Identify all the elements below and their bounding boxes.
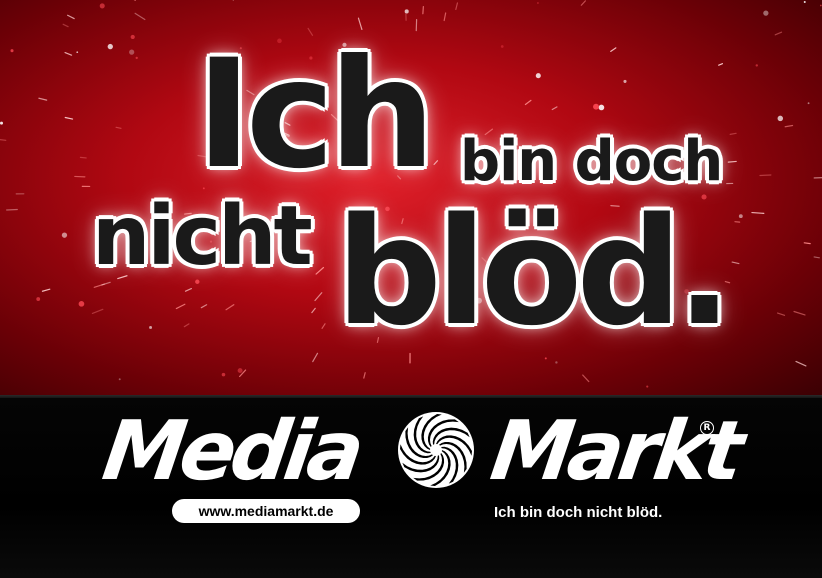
sparkle-dot: [537, 2, 539, 4]
sparkle-dot: [598, 104, 605, 111]
sparkle-streak: [443, 12, 447, 22]
slogan-word-bin-doch: bin doch: [460, 129, 723, 194]
sparkle-streak: [134, 12, 146, 21]
sparkle-streak: [200, 304, 208, 309]
sparkle-streak: [64, 51, 73, 56]
sparkle-streak: [803, 242, 811, 245]
sparkle-dot: [118, 378, 121, 381]
sparkle-dot: [221, 372, 226, 377]
sparkle-dot: [107, 43, 113, 50]
logo-text-media: Media: [97, 404, 366, 499]
sparkle-dot: [555, 361, 558, 364]
sparkle-dot: [61, 232, 68, 238]
sparkle-dot: [149, 326, 153, 329]
mediamarkt-logo: Media Markt: [97, 400, 744, 499]
sparkle-streak: [225, 304, 235, 311]
sparkle-streak: [321, 323, 326, 329]
sparkle-streak: [311, 307, 316, 314]
sparkle-streak: [580, 0, 586, 6]
website-url[interactable]: www.mediamarkt.de: [172, 499, 360, 523]
sparkle-streak: [731, 261, 740, 265]
sparkle-streak: [774, 31, 783, 36]
sparkle-streak: [795, 360, 807, 367]
sparkle-streak: [0, 139, 7, 141]
sparkle-streak: [784, 124, 794, 128]
sparkle-dot: [404, 9, 409, 14]
slogan-banner: Ich bin doch nicht blöd.: [0, 0, 822, 398]
sparkle-dot: [130, 34, 135, 40]
slogan-word-nicht: nicht: [92, 189, 313, 284]
sparkle-streak: [64, 116, 74, 120]
sparkle-streak: [793, 310, 806, 316]
sparkle-dot: [763, 10, 769, 16]
sparkle-streak: [718, 63, 724, 66]
sparkle-streak: [314, 292, 323, 302]
sparkle-streak: [524, 99, 532, 106]
sparkle-dot: [807, 102, 810, 105]
sparkle-dot: [99, 3, 105, 9]
tagline: Ich bin doch nicht blöd.: [494, 504, 663, 521]
sparkle-streak: [67, 14, 75, 20]
sparkle-streak: [776, 312, 786, 316]
sparkle-streak: [729, 132, 737, 135]
sparkle-dot: [819, 4, 822, 7]
sparkle-streak: [91, 308, 104, 314]
sparkle-dot: [76, 51, 79, 53]
sparkle-streak: [751, 211, 765, 214]
sparkle-dot: [500, 45, 504, 48]
sparkle-streak: [6, 208, 18, 211]
sparkle-dot: [78, 300, 85, 307]
sparkle-dot: [755, 64, 758, 67]
sparkle-streak: [38, 97, 48, 101]
slogan-word-ich: Ich: [196, 28, 436, 202]
sparkle-streak: [455, 2, 459, 10]
sparkle-dot: [646, 385, 649, 388]
sparkle-streak: [183, 323, 190, 328]
sparkle-streak: [184, 287, 192, 292]
sparkle-streak: [813, 256, 820, 259]
sparkle-dot: [129, 49, 135, 55]
sparkle-streak: [582, 374, 590, 383]
sparkle-streak: [551, 106, 558, 111]
sparkle-streak: [610, 47, 617, 53]
sparkle-dot: [593, 103, 599, 110]
sparkle-streak: [727, 160, 737, 163]
sparkle-dot: [36, 297, 41, 301]
sparkle-streak: [312, 352, 319, 363]
sparkle-streak: [62, 23, 69, 28]
sparkle-dot: [135, 56, 138, 60]
sparkle-dot: [623, 79, 627, 83]
sparkle-streak: [115, 126, 122, 129]
sparkle-dot: [535, 73, 541, 79]
spiral-swirl-icon: [398, 412, 474, 488]
sparkle-dot: [777, 115, 784, 122]
registered-trademark-icon: R: [700, 421, 714, 435]
sparkle-dot: [10, 49, 14, 53]
sparkle-streak: [175, 303, 186, 310]
sparkle-dot: [237, 368, 243, 374]
sparkle-dot: [803, 0, 806, 4]
slogan-word-blod: blöd.: [336, 186, 733, 358]
sparkle-streak: [363, 372, 366, 379]
sparkle-streak: [41, 288, 51, 292]
sparkle-dot: [0, 121, 4, 125]
sparkle-streak: [433, 160, 439, 166]
ad-stage: Ich bin doch nicht blöd. Media Markt R w…: [0, 0, 822, 578]
sparkle-streak: [79, 156, 87, 159]
sparkle-dot: [738, 214, 743, 219]
sparkle-streak: [315, 266, 325, 275]
